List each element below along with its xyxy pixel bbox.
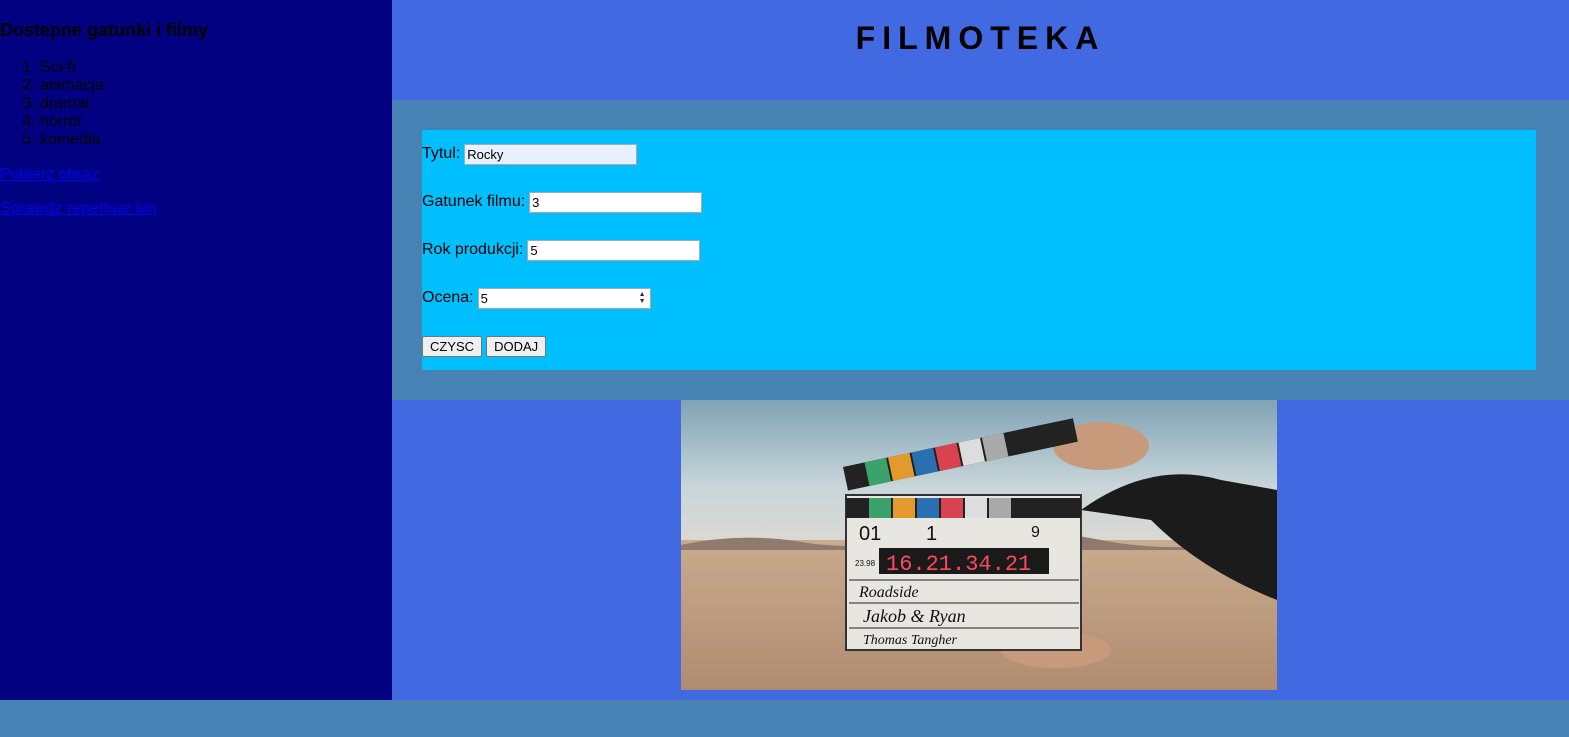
rating-label: Ocena:: [422, 289, 474, 306]
title-label: Tytul:: [422, 145, 461, 162]
clapper-director: Jakob & Ryan: [863, 606, 966, 626]
title-input[interactable]: [464, 143, 638, 165]
clapper-camera: Thomas Tangher: [863, 633, 958, 648]
add-button[interactable]: DODAJ: [486, 335, 547, 357]
spinner-arrows-icon[interactable]: ▲ ▼: [639, 291, 646, 305]
title-row: Tytul:: [422, 143, 638, 165]
year-label: Rok produkcji:: [422, 241, 524, 258]
year-row: Rok produkcji:: [422, 239, 701, 261]
button-row: CZYSC DODAJ: [422, 335, 550, 357]
rating-stepper[interactable]: 5 ▲ ▼: [477, 287, 651, 309]
genre-item: dramat: [40, 95, 392, 113]
clear-button[interactable]: CZYSC: [422, 335, 483, 357]
genre-item: Sci-fi: [40, 59, 392, 77]
rating-value: 5: [480, 290, 488, 306]
rating-row: Ocena: 5 ▲ ▼: [422, 287, 651, 309]
genre-row: Gatunek filmu:: [422, 191, 703, 213]
footer: [0, 700, 1569, 737]
genre-item: komedia: [40, 131, 392, 149]
clapper-roll: 01: [859, 523, 881, 545]
clapper-fps: 23.98: [855, 559, 876, 568]
movie-form: Tytul: Gatunek filmu: Rok produkcji: Oce…: [422, 130, 1536, 370]
clapperboard-photo: 01 1 9 23.98 16.21.34.21 Roadside Jakob …: [681, 400, 1277, 690]
genre-input[interactable]: [529, 191, 703, 213]
page: Dostepne gatunki i filmy Sci-fi animacja…: [0, 0, 1569, 737]
clapper-scene: 1: [926, 523, 937, 545]
cinema-repertoire-link[interactable]: Sprawdz repertuar kin: [0, 200, 392, 218]
clapper-production: Roadside: [858, 584, 919, 601]
year-input[interactable]: [527, 239, 701, 261]
page-title: FILMOTEKA: [855, 20, 1106, 56]
download-image-link[interactable]: Pobierz obraz: [0, 166, 392, 184]
genre-list: Sci-fi animacja dramat horror komedia: [0, 59, 392, 149]
genre-item: horror: [40, 113, 392, 131]
clapper-take: 9: [1031, 524, 1040, 541]
header: FILMOTEKA: [392, 0, 1569, 100]
sidebar-heading: Dostepne gatunki i filmy: [0, 20, 209, 40]
genre-label: Gatunek filmu:: [422, 193, 526, 210]
clapper-timecode: 16.21.34.21: [886, 552, 1031, 577]
main-section: Tytul: Gatunek filmu: Rok produkcji: Oce…: [392, 100, 1569, 400]
sidebar: Dostepne gatunki i filmy Sci-fi animacja…: [0, 0, 392, 700]
genre-item: animacja: [40, 77, 392, 95]
image-section: 01 1 9 23.98 16.21.34.21 Roadside Jakob …: [392, 400, 1569, 700]
